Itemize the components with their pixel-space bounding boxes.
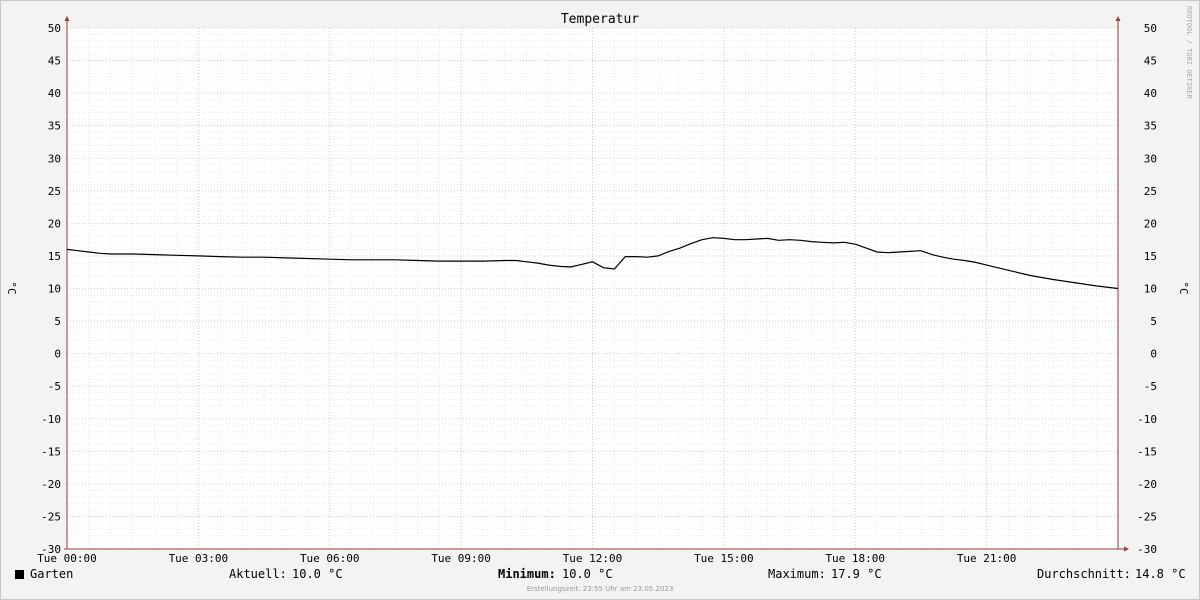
y-tick-label: -20: [41, 478, 61, 491]
y-tick-label: 5: [54, 315, 61, 328]
legend-current-label: Aktuell:: [229, 567, 287, 581]
y-axis-arrow-right: [1115, 16, 1121, 21]
y-tick-label: -20: [1137, 478, 1157, 491]
y-tick-label: 0: [1150, 348, 1157, 361]
y-tick-label: 35: [1144, 120, 1157, 133]
y-tick-label: 35: [48, 120, 61, 133]
temperature-chart: 50454035302520151050-5-10-15-20-25-30 50…: [5, 6, 1193, 565]
y-tick-label: -5: [1144, 380, 1157, 393]
y-tick-label: 45: [1144, 55, 1157, 68]
x-tick-label: Tue 03:00: [169, 552, 229, 565]
x-tick-label: Tue 09:00: [431, 552, 491, 565]
y-tick-label: -10: [1137, 413, 1157, 426]
y-tick-label: 30: [48, 152, 61, 165]
y-tick-labels-left: 50454035302520151050-5-10-15-20-25-30: [41, 22, 61, 556]
y-tick-label: -25: [41, 510, 61, 523]
y-tick-label: 25: [1144, 185, 1157, 198]
x-tick-labels: Tue 00:00 Tue 03:00 Tue 06:00 Tue 09:00 Tue …: [37, 552, 1016, 565]
chart-title: Temperatur: [561, 12, 639, 27]
y-tick-label: -10: [41, 413, 61, 426]
y-tick-label: 10: [48, 283, 61, 296]
y-tick-label: 25: [48, 185, 61, 198]
y-tick-label: 20: [48, 217, 61, 230]
y-tick-labels-right: 50454035302520151050-5-10-15-20-25-30: [1137, 22, 1157, 556]
y-tick-label: 0: [54, 348, 61, 361]
x-tick-label: Tue 06:00: [300, 552, 360, 565]
y-tick-label: 40: [48, 87, 61, 100]
y-tick-label: 50: [1144, 22, 1157, 35]
legend-min-label: Minimum:: [498, 567, 556, 581]
y-tick-label: -15: [41, 445, 61, 458]
y-tick-label: 5: [1150, 315, 1157, 328]
y-tick-label: 15: [1144, 250, 1157, 263]
watermark: RRDTOOL / TOBI OETIKER: [1185, 6, 1193, 100]
y-axis-label-left: °C: [5, 281, 18, 294]
legend-max-value: 17.9 °C: [831, 567, 882, 581]
x-tick-label: Tue 21:00: [957, 552, 1017, 565]
y-tick-label: 20: [1144, 217, 1157, 230]
y-tick-label: 45: [48, 55, 61, 68]
x-tick-label: Tue 12:00: [563, 552, 623, 565]
legend-avg-label: Durchschnitt:: [1037, 567, 1131, 581]
y-axis-label-right: °C: [1177, 281, 1190, 294]
creation-timestamp: Erstellungszeit: 23:55 Uhr am 23.05.2023: [526, 585, 674, 593]
x-tick-label: Tue 00:00: [37, 552, 97, 565]
legend-max-label: Maximum:: [768, 567, 826, 581]
y-tick-label: -15: [1137, 445, 1157, 458]
legend-avg-value: 14.8 °C: [1135, 567, 1186, 581]
legend-series-name: Garten: [30, 567, 74, 581]
y-tick-label: 50: [48, 22, 61, 35]
y-tick-label: 15: [48, 250, 61, 263]
y-tick-label: -5: [48, 380, 61, 393]
legend-swatch: [15, 570, 24, 579]
y-tick-label: -25: [1137, 510, 1157, 523]
y-axis-arrow-left: [64, 16, 70, 21]
y-tick-label: -30: [1137, 543, 1157, 556]
x-tick-label: Tue 18:00: [825, 552, 885, 565]
legend-min-value: 10.0 °C: [562, 567, 613, 581]
y-tick-label: 10: [1144, 283, 1157, 296]
legend-current-value: 10.0 °C: [292, 567, 343, 581]
legend: Garten Aktuell: 10.0 °C Minimum: 10.0 °C…: [0, 567, 1200, 583]
y-tick-label: 40: [1144, 87, 1157, 100]
y-tick-label: 30: [1144, 152, 1157, 165]
x-tick-label: Tue 15:00: [694, 552, 754, 565]
x-axis-arrow: [1124, 546, 1129, 552]
